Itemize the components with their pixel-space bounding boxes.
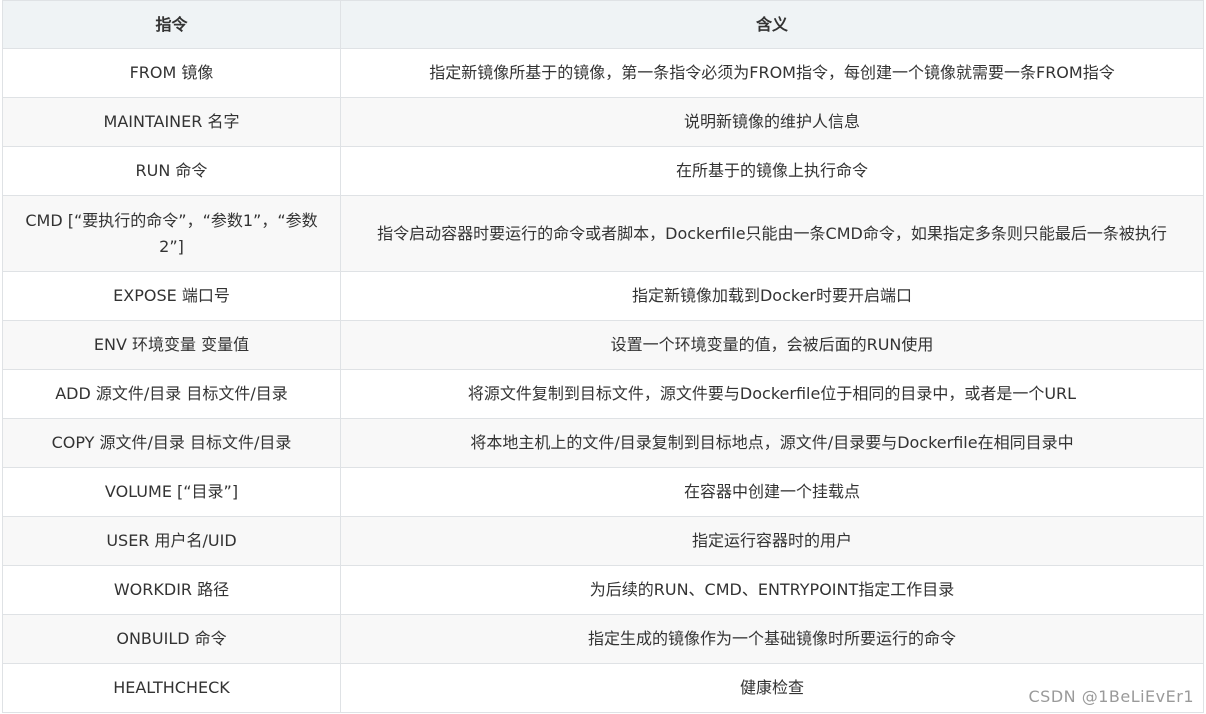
table-body: FROM 镜像 指定新镜像所基于的镜像，第一条指令必须为FROM指令，每创建一个…: [2, 48, 1204, 713]
header-row: 指令 含义: [2, 0, 1204, 49]
table-row: VOLUME [“目录”] 在容器中创建一个挂载点: [2, 467, 1204, 517]
table-header: 指令 含义: [2, 0, 1204, 49]
meaning-cell: 将本地主机上的文件/目录复制到目标地点，源文件/目录要与Dockerfile在相…: [340, 418, 1204, 468]
meaning-cell: 指令启动容器时要运行的命令或者脚本，Dockerfile只能由一条CMD命令，如…: [340, 195, 1204, 272]
table-row: USER 用户名/UID 指定运行容器时的用户: [2, 516, 1204, 566]
meaning-cell: 指定生成的镜像作为一个基础镜像时所要运行的命令: [340, 614, 1204, 664]
table-row: ENV 环境变量 变量值 设置一个环境变量的值，会被后面的RUN使用: [2, 320, 1204, 370]
command-cell: HEALTHCHECK: [2, 663, 341, 713]
command-cell: EXPOSE 端口号: [2, 271, 341, 321]
table-row: ADD 源文件/目录 目标文件/目录 将源文件复制到目标文件，源文件要与Dock…: [2, 369, 1204, 419]
header-command: 指令: [2, 0, 341, 49]
csdn-watermark: CSDN @1BeLiEvEr1: [1028, 687, 1194, 706]
meaning-cell: 说明新镜像的维护人信息: [340, 97, 1204, 147]
command-cell: ADD 源文件/目录 目标文件/目录: [2, 369, 341, 419]
dockerfile-instruction-table: 指令 含义 FROM 镜像 指定新镜像所基于的镜像，第一条指令必须为FROM指令…: [2, 0, 1204, 713]
table-row: MAINTAINER 名字 说明新镜像的维护人信息: [2, 97, 1204, 147]
command-cell: WORKDIR 路径: [2, 565, 341, 615]
table-row: FROM 镜像 指定新镜像所基于的镜像，第一条指令必须为FROM指令，每创建一个…: [2, 48, 1204, 98]
meaning-cell: 在所基于的镜像上执行命令: [340, 146, 1204, 196]
table-row: RUN 命令 在所基于的镜像上执行命令: [2, 146, 1204, 196]
command-cell: MAINTAINER 名字: [2, 97, 341, 147]
meaning-cell: 指定运行容器时的用户: [340, 516, 1204, 566]
command-cell: USER 用户名/UID: [2, 516, 341, 566]
command-cell: CMD [“要执行的命令”，“参数1”，“参数2”]: [2, 195, 341, 272]
meaning-cell: 指定新镜像所基于的镜像，第一条指令必须为FROM指令，每创建一个镜像就需要一条F…: [340, 48, 1204, 98]
table-row: EXPOSE 端口号 指定新镜像加载到Docker时要开启端口: [2, 271, 1204, 321]
meaning-cell: 为后续的RUN、CMD、ENTRYPOINT指定工作目录: [340, 565, 1204, 615]
table-row: COPY 源文件/目录 目标文件/目录 将本地主机上的文件/目录复制到目标地点，…: [2, 418, 1204, 468]
meaning-cell: 设置一个环境变量的值，会被后面的RUN使用: [340, 320, 1204, 370]
command-cell: RUN 命令: [2, 146, 341, 196]
command-cell: COPY 源文件/目录 目标文件/目录: [2, 418, 341, 468]
command-cell: ENV 环境变量 变量值: [2, 320, 341, 370]
meaning-cell: 在容器中创建一个挂载点: [340, 467, 1204, 517]
meaning-cell: 指定新镜像加载到Docker时要开启端口: [340, 271, 1204, 321]
command-cell: VOLUME [“目录”]: [2, 467, 341, 517]
table-row: HEALTHCHECK 健康检查: [2, 663, 1204, 713]
command-cell: ONBUILD 命令: [2, 614, 341, 664]
header-meaning: 含义: [340, 0, 1204, 49]
table-row: CMD [“要执行的命令”，“参数1”，“参数2”] 指令启动容器时要运行的命令…: [2, 195, 1204, 272]
table-row: WORKDIR 路径 为后续的RUN、CMD、ENTRYPOINT指定工作目录: [2, 565, 1204, 615]
table-row: ONBUILD 命令 指定生成的镜像作为一个基础镜像时所要运行的命令: [2, 614, 1204, 664]
meaning-cell: 将源文件复制到目标文件，源文件要与Dockerfile位于相同的目录中，或者是一…: [340, 369, 1204, 419]
command-cell: FROM 镜像: [2, 48, 341, 98]
